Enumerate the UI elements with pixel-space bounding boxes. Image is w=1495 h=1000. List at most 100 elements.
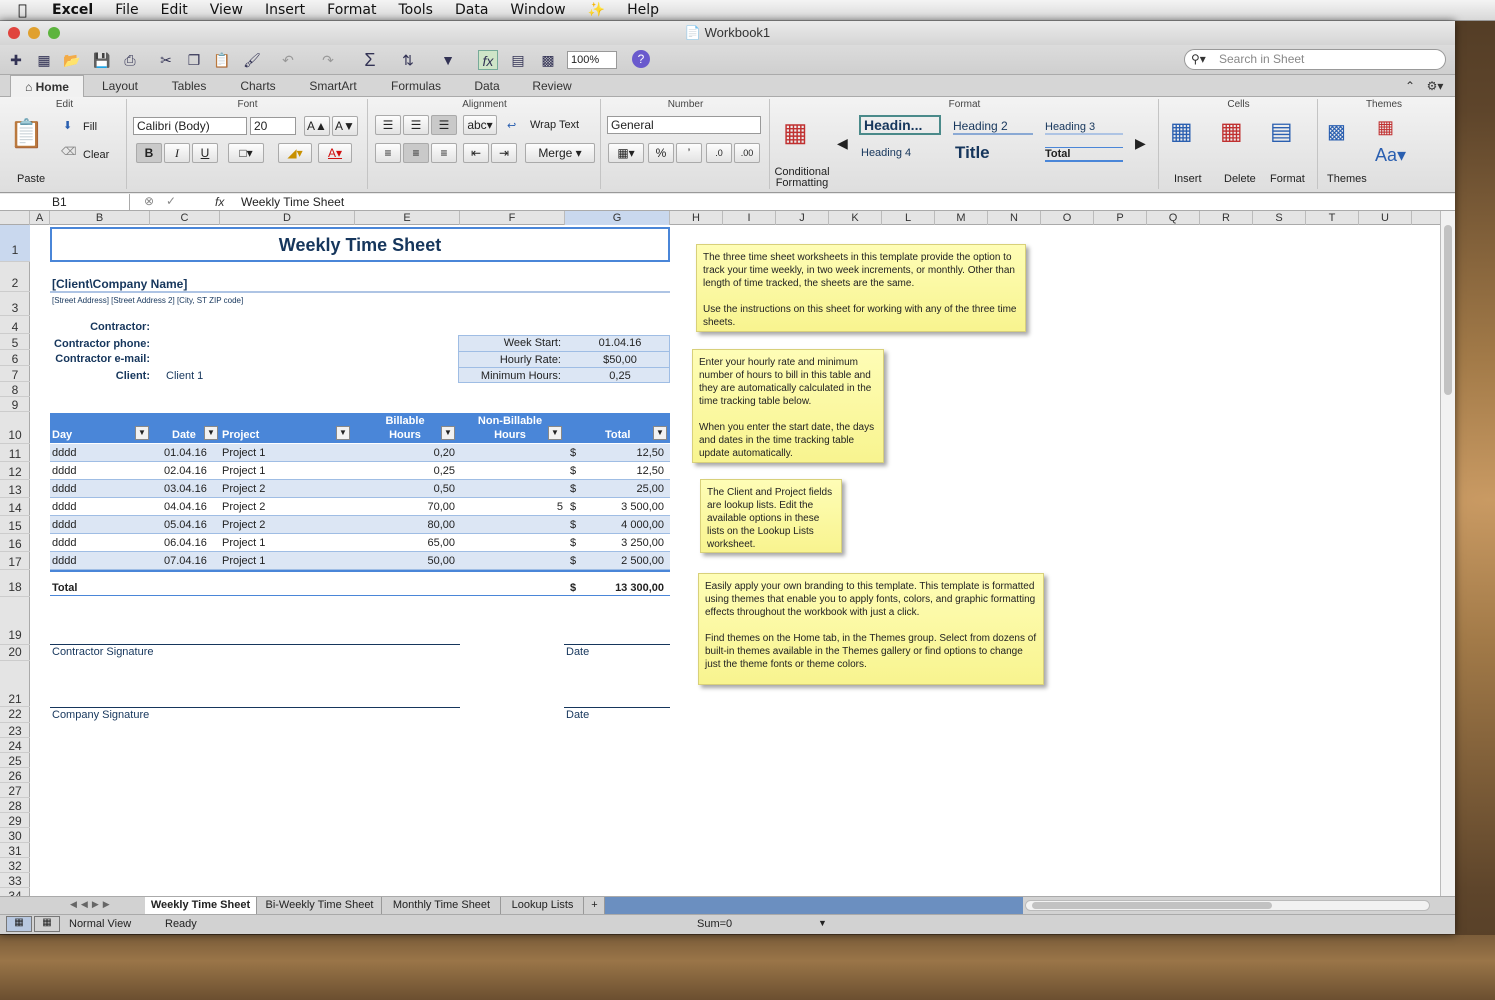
style-heading2[interactable]: Heading 2 [953,119,1033,135]
table-row[interactable] [50,516,670,534]
new-icon[interactable]: ✚ [6,50,26,70]
column-header[interactable]: P [1094,211,1147,225]
autosum-icon[interactable]: Σ [360,50,380,70]
tab-scroll-arrows-icon[interactable]: ◀◀▶▶ [70,899,114,910]
column-header[interactable]: R [1200,211,1253,225]
fill-button[interactable]: Fill [83,121,97,133]
column-header[interactable]: K [829,211,882,225]
name-box[interactable]: B1 [0,194,130,211]
minimize-button[interactable] [28,27,40,39]
font-name-select[interactable]: Calibri (Body) [133,117,247,135]
select-all-corner[interactable] [0,211,30,225]
cell-total[interactable]: 3 500,00 [590,501,664,513]
insert-button[interactable]: Insert [1174,173,1202,185]
menu-edit[interactable]: Edit [161,2,188,18]
add-sheet-button[interactable]: + [585,897,605,914]
style-heading1[interactable]: Headin... [859,115,941,135]
conditional-formatting-icon[interactable]: ▦ [783,117,808,148]
zoom-select[interactable]: 100% [567,51,617,69]
themes-button[interactable]: Themes [1327,173,1367,185]
format-button[interactable]: Format [1270,173,1305,185]
filter-dropdown-icon[interactable]: ▼ [336,426,350,440]
instruction-note[interactable]: The Client and Project fields are lookup… [700,479,842,553]
row-header[interactable]: 11 [0,444,30,462]
thousands-icon[interactable]: ’ [676,143,702,163]
menu-insert[interactable]: Insert [265,2,305,18]
client-value[interactable]: Client 1 [166,370,203,382]
row-header[interactable]: 19 [0,597,30,645]
templates-icon[interactable]: ▦ [34,50,54,70]
row-header[interactable]: 4 [0,316,30,334]
shrink-font-icon[interactable]: A▼ [332,116,358,136]
tab-home[interactable]: ⌂ Home [10,75,84,97]
column-header[interactable]: Q [1147,211,1200,225]
styles-prev-icon[interactable]: ◀ [837,135,848,152]
column-header[interactable]: D [220,211,355,225]
sheet-tab-monthly[interactable]: Monthly Time Sheet [383,897,501,914]
row-header[interactable]: 1 [0,225,30,262]
sheet-tab-lookup[interactable]: Lookup Lists [502,897,584,914]
delete-cells-icon[interactable]: ▦ [1220,117,1243,146]
column-header[interactable]: C [150,211,220,225]
cell-billable[interactable]: 65,00 [390,537,455,549]
column-header[interactable]: E [355,211,460,225]
worksheet[interactable]: Weekly Time Sheet [Client\Company Name] … [30,225,1440,915]
company-address[interactable]: [Street Address] [Street Address 2] [Cit… [52,296,243,305]
table-row[interactable] [50,534,670,552]
underline-button[interactable]: U [192,143,218,163]
copy-icon[interactable]: ❐ [184,50,204,70]
column-header[interactable]: G [565,211,670,225]
borders-icon[interactable]: □▾ [228,143,264,163]
style-heading4[interactable]: Heading 4 [861,147,941,159]
row-header[interactable]: 33 [0,873,30,888]
company-name[interactable]: [Client\Company Name] [52,277,187,291]
filter-icon[interactable]: ▼ [438,50,458,70]
row-header[interactable]: 23 [0,723,30,738]
increase-indent-icon[interactable]: ⇥ [491,143,517,163]
instruction-note[interactable]: The three time sheet worksheets in this … [696,244,1026,332]
align-right-icon[interactable]: ≡ [431,143,457,163]
row-header[interactable]: 32 [0,858,30,873]
week-start-value[interactable]: 01.04.16 [578,337,662,349]
min-hours-value[interactable]: 0,25 [578,370,662,382]
cell-billable[interactable]: 70,00 [390,501,455,513]
column-header[interactable]: B [50,211,150,225]
row-header[interactable]: 27 [0,783,30,798]
menu-tools[interactable]: Tools [398,2,433,18]
page-layout-view-icon[interactable]: ▦ [34,916,60,932]
insert-cells-icon[interactable]: ▦ [1170,117,1193,146]
cell-project[interactable]: Project 2 [222,483,265,495]
row-header[interactable]: 31 [0,843,30,858]
cell-day[interactable]: dddd [52,447,76,459]
column-header[interactable]: L [882,211,935,225]
tab-data[interactable]: Data [459,75,515,97]
cell-billable[interactable]: 0,20 [390,447,455,459]
filter-dropdown-icon[interactable]: ▼ [441,426,455,440]
align-center-icon[interactable]: ≡ [403,143,429,163]
instruction-note[interactable]: Easily apply your own branding to this t… [698,573,1044,685]
sheet-tab-weekly[interactable]: Weekly Time Sheet [145,897,257,914]
row-header[interactable]: 6 [0,350,30,366]
filter-dropdown-icon[interactable]: ▼ [653,426,667,440]
close-button[interactable] [8,27,20,39]
hourly-rate-value[interactable]: $50,00 [578,354,662,366]
column-header[interactable]: I [723,211,776,225]
menu-app[interactable]: Excel [52,2,93,18]
row-header[interactable]: 18 [0,570,30,597]
column-header[interactable]: S [1253,211,1306,225]
filter-dropdown-icon[interactable]: ▼ [204,426,218,440]
delete-button[interactable]: Delete [1224,173,1256,185]
increase-decimal-icon[interactable]: .0 [706,143,732,163]
style-title[interactable]: Title [955,143,1033,163]
column-header[interactable]: J [776,211,829,225]
row-header[interactable]: 17 [0,552,30,570]
tab-layout[interactable]: Layout [86,75,154,97]
formula-input[interactable]: Weekly Time Sheet [241,194,344,211]
undo-icon[interactable]: ↶ [278,50,298,70]
cut-icon[interactable]: ✂ [156,50,176,70]
cell-date[interactable]: 07.04.16 [164,555,207,567]
cell-day[interactable]: dddd [52,483,76,495]
zoom-button[interactable] [48,27,60,39]
menu-file[interactable]: File [115,2,138,18]
cancel-icon[interactable]: ⊗ [144,194,154,208]
